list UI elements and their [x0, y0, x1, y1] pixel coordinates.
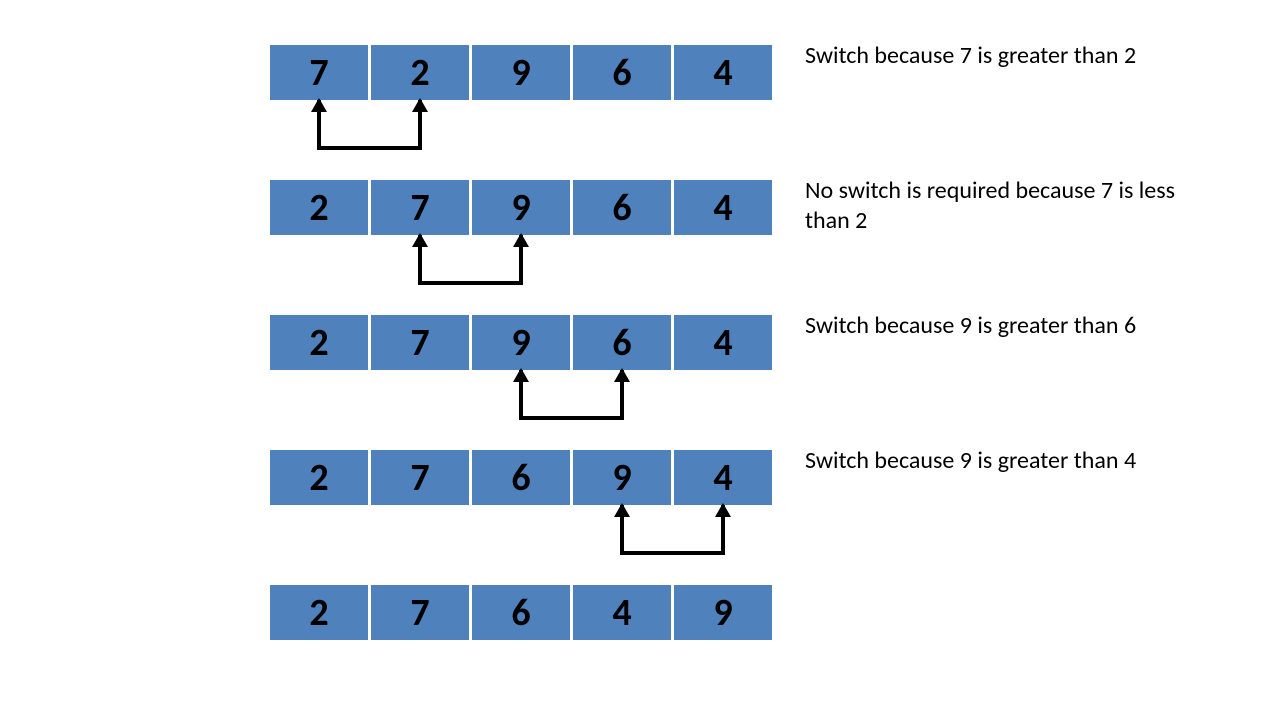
array-cell: 4: [573, 585, 671, 640]
step-caption: Switch because 9 is greater than 6: [805, 311, 1185, 341]
sort-step: 27964No switch is required because 7 is …: [270, 180, 1230, 315]
array-cell: 7: [270, 45, 368, 100]
sort-step: 72964Switch because 7 is greater than 2: [270, 45, 1230, 180]
step-caption: No switch is required because 7 is less …: [805, 176, 1185, 236]
array-cell: 2: [371, 45, 469, 100]
step-caption: Switch because 7 is greater than 2: [805, 41, 1185, 71]
array-cell: 2: [270, 180, 368, 235]
array-cell: 6: [573, 45, 671, 100]
array-cell: 9: [472, 180, 570, 235]
array-cell: 6: [472, 585, 570, 640]
array-cell: 6: [472, 450, 570, 505]
array-cell: 2: [270, 315, 368, 370]
array-cell: 6: [573, 180, 671, 235]
step-caption: Switch because 9 is greater than 4: [805, 446, 1185, 476]
sort-step: 27649: [270, 585, 1230, 655]
swap-connector-icon: [519, 370, 624, 420]
array-cell: 2: [270, 585, 368, 640]
array-cell: 4: [674, 180, 772, 235]
array-cell: 9: [573, 450, 671, 505]
swap-connector-icon: [418, 235, 523, 285]
array-cell: 4: [674, 45, 772, 100]
array-cell: 2: [270, 450, 368, 505]
array-cell: 9: [472, 315, 570, 370]
array-row: 27649: [270, 585, 1230, 640]
swap-connector-icon: [620, 505, 725, 555]
array-cell: 7: [371, 315, 469, 370]
array-cell: 7: [371, 180, 469, 235]
array-cell: 9: [674, 585, 772, 640]
sort-step: 27964Switch because 9 is greater than 6: [270, 315, 1230, 450]
array-cell: 4: [674, 315, 772, 370]
sort-step: 27694Switch because 9 is greater than 4: [270, 450, 1230, 585]
array-cell: 9: [472, 45, 570, 100]
array-cell: 4: [674, 450, 772, 505]
array-cell: 7: [371, 450, 469, 505]
array-cell: 6: [573, 315, 671, 370]
array-cell: 7: [371, 585, 469, 640]
swap-connector-icon: [317, 100, 422, 150]
